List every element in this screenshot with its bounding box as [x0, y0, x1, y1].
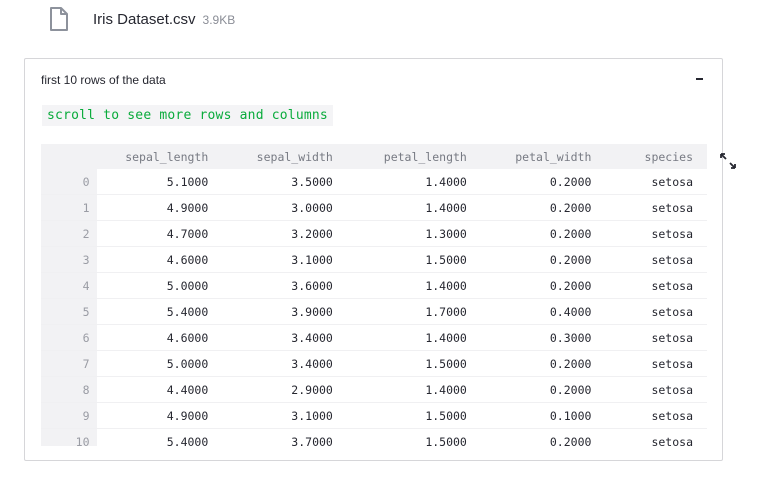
cell-sepal-width[interactable]: 3.5000: [222, 169, 347, 195]
cell-petal-length[interactable]: 1.5000: [346, 402, 481, 429]
table-row: 6 4.6000 3.4000 1.4000 0.3000 setosa: [41, 324, 707, 351]
cell-petal-length[interactable]: 1.4000: [346, 272, 481, 299]
column-header-sepal-width[interactable]: sepal_width: [222, 144, 347, 169]
cell-petal-width[interactable]: 0.2000: [480, 220, 606, 247]
table-row: 3 4.6000 3.1000 1.5000 0.2000 setosa: [41, 246, 707, 273]
cell-sepal-width[interactable]: 3.0000: [222, 194, 347, 221]
cell-sepal-width[interactable]: 3.6000: [222, 272, 347, 299]
cell-petal-width[interactable]: 0.2000: [480, 428, 606, 446]
table-row: 0 5.1000 3.5000 1.4000 0.2000 setosa: [41, 169, 707, 195]
column-header-species[interactable]: species: [605, 144, 707, 169]
cell-sepal-length[interactable]: 5.4000: [96, 428, 223, 446]
cell-index[interactable]: 10: [41, 428, 97, 446]
cell-sepal-width[interactable]: 3.2000: [222, 220, 347, 247]
cell-petal-width[interactable]: 0.2000: [480, 376, 606, 403]
cell-petal-width[interactable]: 0.2000: [480, 169, 606, 195]
cell-index[interactable]: 5: [41, 298, 97, 325]
cell-petal-width[interactable]: 0.2000: [480, 194, 606, 221]
dataframe-table[interactable]: sepal_length sepal_width petal_length pe…: [41, 144, 707, 446]
cell-sepal-length[interactable]: 5.1000: [96, 169, 223, 195]
cell-species[interactable]: setosa: [605, 272, 707, 299]
cell-species[interactable]: setosa: [605, 324, 707, 351]
cell-sepal-length[interactable]: 4.4000: [96, 376, 223, 403]
table-row: 5 5.4000 3.9000 1.7000 0.4000 setosa: [41, 298, 707, 325]
cell-petal-length[interactable]: 1.4000: [346, 194, 481, 221]
column-header-sepal-length[interactable]: sepal_length: [96, 144, 223, 169]
cell-petal-width[interactable]: 0.2000: [480, 350, 606, 377]
expand-icon[interactable]: [719, 152, 737, 170]
column-header-petal-length[interactable]: petal_length: [346, 144, 481, 169]
cell-petal-width[interactable]: 0.3000: [480, 324, 606, 351]
file-size: 3.9KB: [202, 13, 236, 27]
table-row: 1 4.9000 3.0000 1.4000 0.2000 setosa: [41, 194, 707, 221]
cell-species[interactable]: setosa: [605, 169, 707, 195]
minus-icon[interactable]: [692, 69, 706, 89]
cell-sepal-width[interactable]: 3.4000: [222, 324, 347, 351]
cell-species[interactable]: setosa: [605, 428, 707, 446]
cell-petal-length[interactable]: 1.5000: [346, 350, 481, 377]
cell-sepal-length[interactable]: 4.6000: [96, 246, 223, 273]
cell-species[interactable]: setosa: [605, 246, 707, 273]
cell-petal-length[interactable]: 1.7000: [346, 298, 481, 325]
cell-petal-length[interactable]: 1.5000: [346, 428, 481, 446]
file-icon: [48, 6, 70, 32]
cell-petal-length[interactable]: 1.4000: [346, 324, 481, 351]
cell-sepal-length[interactable]: 4.6000: [96, 324, 223, 351]
cell-sepal-width[interactable]: 3.4000: [222, 350, 347, 377]
scroll-hint: scroll to see more rows and columns: [42, 105, 333, 126]
cell-sepal-width[interactable]: 3.9000: [222, 298, 347, 325]
cell-species[interactable]: setosa: [605, 194, 707, 221]
table-row: 2 4.7000 3.2000 1.3000 0.2000 setosa: [41, 220, 707, 247]
cell-sepal-width[interactable]: 3.7000: [222, 428, 347, 446]
cell-sepal-width[interactable]: 3.1000: [222, 402, 347, 429]
cell-index[interactable]: 8: [41, 376, 97, 403]
cell-sepal-length[interactable]: 4.9000: [96, 402, 223, 429]
table-row: 10 5.4000 3.7000 1.5000 0.2000 setosa: [41, 428, 707, 446]
cell-petal-width[interactable]: 0.4000: [480, 298, 606, 325]
cell-petal-length[interactable]: 1.3000: [346, 220, 481, 247]
data-expander: first 10 rows of the data scroll to see …: [24, 58, 736, 461]
cell-sepal-length[interactable]: 5.0000: [96, 272, 223, 299]
table-row: 9 4.9000 3.1000 1.5000 0.1000 setosa: [41, 402, 707, 429]
cell-sepal-width[interactable]: 3.1000: [222, 246, 347, 273]
cell-petal-width[interactable]: 0.1000: [480, 402, 606, 429]
cell-species[interactable]: setosa: [605, 350, 707, 377]
cell-species[interactable]: setosa: [605, 220, 707, 247]
cell-index[interactable]: 6: [41, 324, 97, 351]
cell-species[interactable]: setosa: [605, 298, 707, 325]
table-row: 7 5.0000 3.4000 1.5000 0.2000 setosa: [41, 350, 707, 377]
cell-index[interactable]: 9: [41, 402, 97, 429]
cell-petal-length[interactable]: 1.4000: [346, 376, 481, 403]
cell-sepal-length[interactable]: 4.9000: [96, 194, 223, 221]
cell-index[interactable]: 1: [41, 194, 97, 221]
cell-index[interactable]: 7: [41, 350, 97, 377]
cell-sepal-length[interactable]: 5.4000: [96, 298, 223, 325]
cell-species[interactable]: setosa: [605, 402, 707, 429]
cell-sepal-length[interactable]: 5.0000: [96, 350, 223, 377]
cell-sepal-width[interactable]: 2.9000: [222, 376, 347, 403]
cell-sepal-length[interactable]: 4.7000: [96, 220, 223, 247]
column-header-petal-width[interactable]: petal_width: [480, 144, 606, 169]
cell-petal-width[interactable]: 0.2000: [480, 272, 606, 299]
cell-petal-width[interactable]: 0.2000: [480, 246, 606, 273]
cell-petal-length[interactable]: 1.4000: [346, 169, 481, 195]
cell-petal-length[interactable]: 1.5000: [346, 246, 481, 273]
cell-species[interactable]: setosa: [605, 376, 707, 403]
table-row: 8 4.4000 2.9000 1.4000 0.2000 setosa: [41, 376, 707, 403]
file-download-row[interactable]: Iris Dataset.csv 3.9KB: [48, 6, 235, 32]
cell-index[interactable]: 3: [41, 246, 97, 273]
file-name[interactable]: Iris Dataset.csv: [93, 11, 196, 28]
cell-index[interactable]: 0: [41, 169, 97, 195]
cell-index[interactable]: 4: [41, 272, 97, 299]
index-header: [41, 144, 97, 169]
table-header-row: sepal_length sepal_width petal_length pe…: [41, 144, 707, 169]
cell-index[interactable]: 2: [41, 220, 97, 247]
table-row: 4 5.0000 3.6000 1.4000 0.2000 setosa: [41, 272, 707, 299]
expander-header[interactable]: first 10 rows of the data: [41, 73, 166, 87]
